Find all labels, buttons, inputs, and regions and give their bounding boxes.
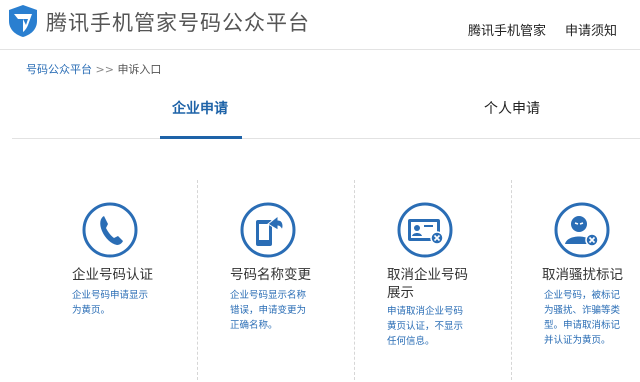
main-card: 号码公众平台 >> 申诉入口 企业申请 个人申请 企业号码认证 企业号码申请显示… [0,50,640,382]
service-description: 企业号码显示名称 错误，申请变更为 正确名称。 [230,290,307,331]
service-title: 取消企业号码 展示 [387,267,468,301]
service-title: 号码名称变更 [230,267,311,283]
tab-enterprise[interactable]: 企业申请 [172,98,228,118]
service-title: 企业号码认证 [72,267,153,283]
service-title: 取消骚扰标记 [542,267,623,283]
tab-personal[interactable]: 个人申请 [484,98,540,118]
service-description: 企业号码，被标记 为骚扰、诈骗等类 型。申请取消标记 并认证为黄页。 [544,290,621,346]
breadcrumb-current: 申诉入口 [117,63,162,76]
nav-tencent-manager[interactable]: 腾讯手机管家 [468,20,546,39]
breadcrumb: 号码公众平台 >> 申诉入口 [26,61,161,77]
service-description: 企业号码申请显示 为黄页。 [72,290,149,316]
breadcrumb-separator: >> [95,63,114,76]
id-card-remove-icon[interactable] [395,200,455,260]
breadcrumb-root[interactable]: 号码公众平台 [26,63,92,76]
top-header: 腾讯手机管家号码公众平台 腾讯手机管家 申请须知 [0,0,640,50]
shield-logo-icon[interactable] [6,3,40,39]
mobile-share-icon[interactable] [238,200,298,260]
tabs-divider [12,138,640,139]
nav-application-notice[interactable]: 申请须知 [565,20,617,39]
platform-title: 腾讯手机管家号码公众平台 [46,11,310,35]
active-tab-indicator [160,136,242,139]
user-remove-icon[interactable] [552,200,612,260]
service-description: 申请取消企业号码 黄页认证，不显示 任何信息。 [387,306,464,347]
phone-icon[interactable] [80,200,140,260]
